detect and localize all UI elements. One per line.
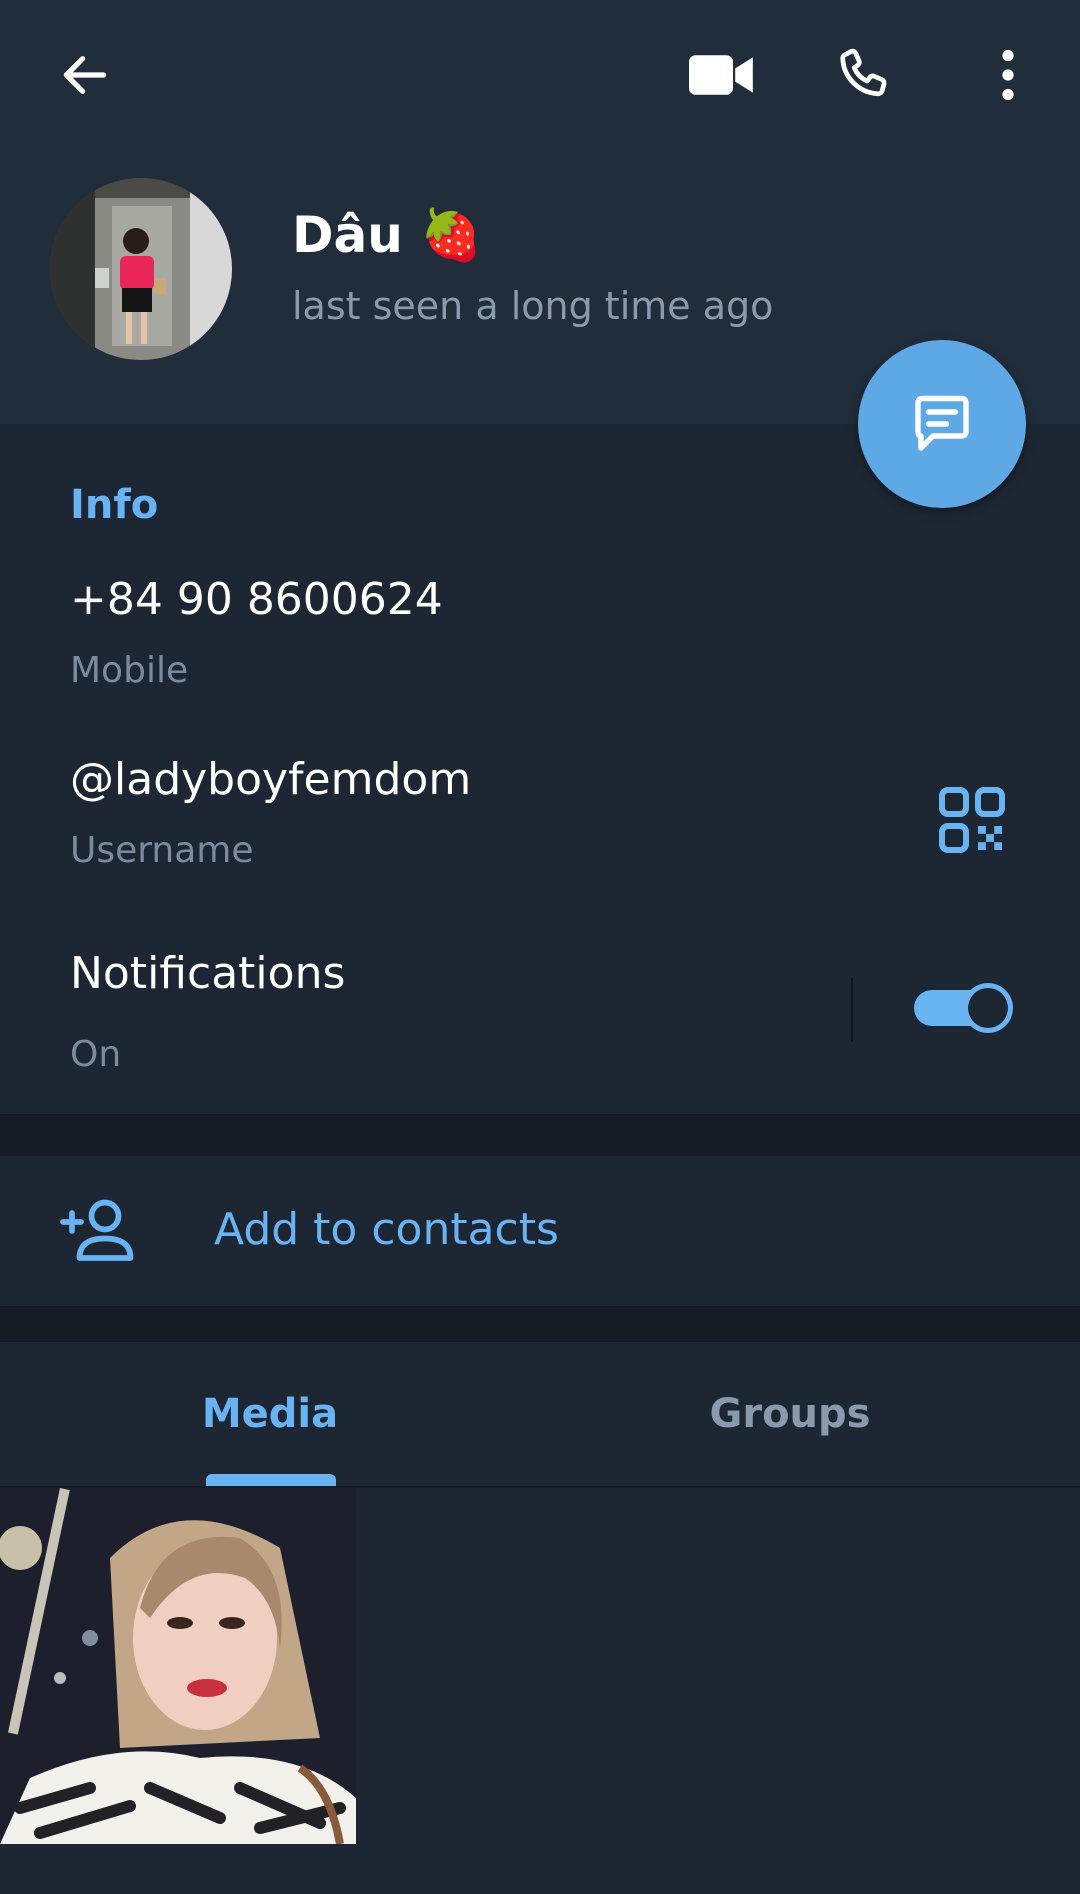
phone-icon: [840, 48, 887, 97]
add-to-contacts-label: Add to contacts: [214, 1204, 559, 1255]
more-vertical-icon: [1002, 49, 1014, 101]
avatar[interactable]: [50, 178, 232, 360]
add-to-contacts-row[interactable]: Add to contacts: [0, 1156, 1080, 1306]
phone-label: Mobile: [70, 650, 189, 691]
active-tab-indicator: [206, 1474, 336, 1486]
notifications-toggle[interactable]: [914, 980, 1018, 1036]
back-button[interactable]: [40, 30, 130, 120]
message-icon: [915, 395, 969, 451]
section-separator: [0, 1306, 1080, 1342]
media-tabs: Media Groups: [0, 1342, 1080, 1488]
voice-call-button[interactable]: [820, 30, 910, 120]
media-thumbnail[interactable]: [0, 1488, 356, 1844]
info-section: Info +84 90 8600624 Mobile @ladyboyfemdo…: [0, 424, 1080, 1114]
username[interactable]: @ladyboyfemdom: [70, 754, 471, 805]
info-section-title: Info: [70, 482, 159, 528]
media-grid: [0, 1488, 1080, 1894]
add-user-icon: [60, 1194, 138, 1268]
profile-name: Dâu 🍓: [292, 206, 483, 264]
qr-code-icon: [939, 787, 1005, 853]
arrow-left-icon: [63, 56, 107, 94]
notifications-divider: [851, 978, 853, 1042]
video-camera-icon: [689, 55, 753, 95]
username-label: Username: [70, 830, 254, 871]
phone-number[interactable]: +84 90 8600624: [70, 574, 443, 625]
tab-media[interactable]: Media: [130, 1342, 410, 1486]
more-options-button[interactable]: [968, 30, 1048, 120]
notifications-label: Notifications: [70, 948, 346, 999]
profile-screen: Dâu 🍓 last seen a long time ago Info +84…: [0, 0, 1080, 1894]
video-call-button[interactable]: [672, 30, 772, 120]
notifications-state: On: [70, 1034, 122, 1075]
last-seen-status: last seen a long time ago: [292, 284, 774, 328]
section-separator: [0, 1114, 1080, 1156]
send-message-button[interactable]: [858, 340, 1026, 508]
qr-code-button[interactable]: [936, 784, 1008, 856]
tab-groups[interactable]: Groups: [650, 1342, 930, 1486]
